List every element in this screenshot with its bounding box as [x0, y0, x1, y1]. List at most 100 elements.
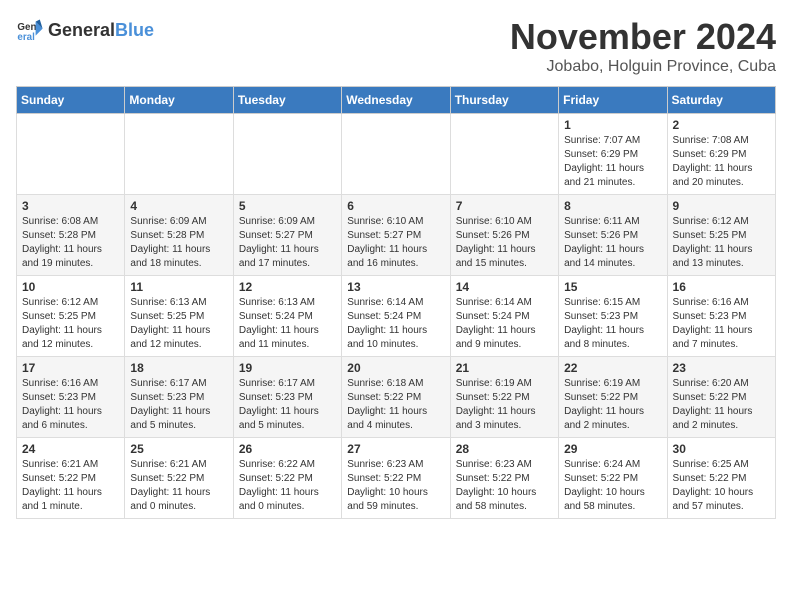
- calendar-day-cell: 10 Sunrise: 6:12 AM Sunset: 5:25 PM Dayli…: [17, 276, 125, 357]
- calendar-day-cell: 16 Sunrise: 6:16 AM Sunset: 5:23 PM Dayli…: [667, 276, 775, 357]
- day-info: Sunrise: 6:10 AM Sunset: 5:27 PM Dayligh…: [347, 215, 444, 271]
- calendar-day-cell: 30Sunrise: 6:25 AM Sunset: 5:22 PM Dayli…: [667, 438, 775, 519]
- calendar-header: SundayMondayTuesdayWednesdayThursdayFrid…: [17, 87, 776, 114]
- day-of-week-header: Friday: [559, 87, 667, 114]
- calendar-day-cell: [17, 114, 125, 195]
- day-info: Sunrise: 7:07 AM Sunset: 6:29 PM Dayligh…: [564, 134, 661, 190]
- day-info: Sunrise: 6:23 AM Sunset: 5:22 PM Dayligh…: [347, 458, 444, 514]
- calendar-day-cell: 8 Sunrise: 6:11 AM Sunset: 5:26 PM Daylig…: [559, 195, 667, 276]
- calendar-week-row: 24 Sunrise: 6:21 AM Sunset: 5:22 PM Dayli…: [17, 438, 776, 519]
- day-number: 17: [22, 361, 119, 375]
- day-of-week-header: Tuesday: [233, 87, 341, 114]
- day-number: 9: [673, 199, 770, 213]
- day-of-week-header: Thursday: [450, 87, 558, 114]
- day-info: Sunrise: 6:21 AM Sunset: 5:22 PM Dayligh…: [130, 458, 227, 514]
- day-number: 7: [456, 199, 553, 213]
- day-number: 30: [673, 442, 770, 456]
- calendar-day-cell: [450, 114, 558, 195]
- calendar-day-cell: [233, 114, 341, 195]
- day-info: Sunrise: 6:19 AM Sunset: 5:22 PM Dayligh…: [564, 377, 661, 433]
- day-number: 15: [564, 280, 661, 294]
- day-info: Sunrise: 6:14 AM Sunset: 5:24 PM Dayligh…: [456, 296, 553, 352]
- day-info: Sunrise: 6:21 AM Sunset: 5:22 PM Dayligh…: [22, 458, 119, 514]
- day-number: 27: [347, 442, 444, 456]
- day-number: 11: [130, 280, 227, 294]
- location-subtitle: Jobabo, Holguin Province, Cuba: [510, 58, 776, 76]
- page-header: Gen eral General Blue November 2024 Joba…: [16, 16, 776, 76]
- title-area: November 2024 Jobabo, Holguin Province, …: [510, 16, 776, 76]
- day-number: 10: [22, 280, 119, 294]
- day-number: 18: [130, 361, 227, 375]
- day-info: Sunrise: 6:16 AM Sunset: 5:23 PM Dayligh…: [673, 296, 770, 352]
- logo-icon: Gen eral: [16, 16, 44, 44]
- day-number: 5: [239, 199, 336, 213]
- calendar-day-cell: 21Sunrise: 6:19 AM Sunset: 5:22 PM Dayli…: [450, 357, 558, 438]
- day-info: Sunrise: 6:16 AM Sunset: 5:23 PM Dayligh…: [22, 377, 119, 433]
- calendar-day-cell: 24 Sunrise: 6:21 AM Sunset: 5:22 PM Dayli…: [17, 438, 125, 519]
- calendar-day-cell: 6Sunrise: 6:10 AM Sunset: 5:27 PM Daylig…: [342, 195, 450, 276]
- calendar-day-cell: 26 Sunrise: 6:22 AM Sunset: 5:22 PM Dayli…: [233, 438, 341, 519]
- calendar-day-cell: 13 Sunrise: 6:14 AM Sunset: 5:24 PM Dayli…: [342, 276, 450, 357]
- calendar-day-cell: 1 Sunrise: 7:07 AM Sunset: 6:29 PM Daylig…: [559, 114, 667, 195]
- calendar-day-cell: 20 Sunrise: 6:18 AM Sunset: 5:22 PM Dayli…: [342, 357, 450, 438]
- day-number: 26: [239, 442, 336, 456]
- day-number: 14: [456, 280, 553, 294]
- calendar-day-cell: [125, 114, 233, 195]
- calendar-day-cell: 27 Sunrise: 6:23 AM Sunset: 5:22 PM Dayli…: [342, 438, 450, 519]
- calendar-day-cell: 2Sunrise: 7:08 AM Sunset: 6:29 PM Daylig…: [667, 114, 775, 195]
- day-info: Sunrise: 6:13 AM Sunset: 5:24 PM Dayligh…: [239, 296, 336, 352]
- day-number: 8: [564, 199, 661, 213]
- calendar-day-cell: 23 Sunrise: 6:20 AM Sunset: 5:22 PM Dayli…: [667, 357, 775, 438]
- day-of-week-header: Monday: [125, 87, 233, 114]
- calendar-week-row: 10 Sunrise: 6:12 AM Sunset: 5:25 PM Dayli…: [17, 276, 776, 357]
- day-number: 4: [130, 199, 227, 213]
- day-info: Sunrise: 6:14 AM Sunset: 5:24 PM Dayligh…: [347, 296, 444, 352]
- calendar-body: 1 Sunrise: 7:07 AM Sunset: 6:29 PM Daylig…: [17, 114, 776, 519]
- day-number: 1: [564, 118, 661, 132]
- day-info: Sunrise: 6:20 AM Sunset: 5:22 PM Dayligh…: [673, 377, 770, 433]
- day-info: Sunrise: 6:17 AM Sunset: 5:23 PM Dayligh…: [239, 377, 336, 433]
- calendar-day-cell: 19 Sunrise: 6:17 AM Sunset: 5:23 PM Dayli…: [233, 357, 341, 438]
- day-number: 2: [673, 118, 770, 132]
- day-info: Sunrise: 6:12 AM Sunset: 5:25 PM Dayligh…: [22, 296, 119, 352]
- day-info: Sunrise: 6:15 AM Sunset: 5:23 PM Dayligh…: [564, 296, 661, 352]
- logo: Gen eral General Blue: [16, 16, 154, 44]
- day-info: Sunrise: 6:18 AM Sunset: 5:22 PM Dayligh…: [347, 377, 444, 433]
- day-number: 20: [347, 361, 444, 375]
- day-number: 25: [130, 442, 227, 456]
- calendar-day-cell: 15 Sunrise: 6:15 AM Sunset: 5:23 PM Dayli…: [559, 276, 667, 357]
- day-info: Sunrise: 6:19 AM Sunset: 5:22 PM Dayligh…: [456, 377, 553, 433]
- day-info: Sunrise: 6:22 AM Sunset: 5:22 PM Dayligh…: [239, 458, 336, 514]
- day-info: Sunrise: 6:23 AM Sunset: 5:22 PM Dayligh…: [456, 458, 553, 514]
- day-info: Sunrise: 6:11 AM Sunset: 5:26 PM Dayligh…: [564, 215, 661, 271]
- calendar-day-cell: 14 Sunrise: 6:14 AM Sunset: 5:24 PM Dayli…: [450, 276, 558, 357]
- logo-text-general: General: [48, 20, 115, 41]
- calendar-week-row: 3Sunrise: 6:08 AM Sunset: 5:28 PM Daylig…: [17, 195, 776, 276]
- day-info: Sunrise: 6:09 AM Sunset: 5:27 PM Dayligh…: [239, 215, 336, 271]
- calendar-week-row: 1 Sunrise: 7:07 AM Sunset: 6:29 PM Daylig…: [17, 114, 776, 195]
- calendar-day-cell: 4 Sunrise: 6:09 AM Sunset: 5:28 PM Daylig…: [125, 195, 233, 276]
- day-number: 3: [22, 199, 119, 213]
- calendar-day-cell: 3Sunrise: 6:08 AM Sunset: 5:28 PM Daylig…: [17, 195, 125, 276]
- calendar-week-row: 17 Sunrise: 6:16 AM Sunset: 5:23 PM Dayli…: [17, 357, 776, 438]
- day-info: Sunrise: 6:17 AM Sunset: 5:23 PM Dayligh…: [130, 377, 227, 433]
- day-number: 29: [564, 442, 661, 456]
- header-row: SundayMondayTuesdayWednesdayThursdayFrid…: [17, 87, 776, 114]
- month-title: November 2024: [510, 16, 776, 58]
- day-number: 16: [673, 280, 770, 294]
- day-info: Sunrise: 6:12 AM Sunset: 5:25 PM Dayligh…: [673, 215, 770, 271]
- day-number: 23: [673, 361, 770, 375]
- calendar-day-cell: 29 Sunrise: 6:24 AM Sunset: 5:22 PM Dayli…: [559, 438, 667, 519]
- day-number: 13: [347, 280, 444, 294]
- day-info: Sunrise: 6:09 AM Sunset: 5:28 PM Dayligh…: [130, 215, 227, 271]
- day-info: Sunrise: 6:10 AM Sunset: 5:26 PM Dayligh…: [456, 215, 553, 271]
- day-number: 24: [22, 442, 119, 456]
- calendar-day-cell: 25 Sunrise: 6:21 AM Sunset: 5:22 PM Dayli…: [125, 438, 233, 519]
- day-number: 19: [239, 361, 336, 375]
- day-of-week-header: Sunday: [17, 87, 125, 114]
- calendar-day-cell: [342, 114, 450, 195]
- day-info: Sunrise: 6:24 AM Sunset: 5:22 PM Dayligh…: [564, 458, 661, 514]
- day-number: 28: [456, 442, 553, 456]
- calendar-day-cell: 17 Sunrise: 6:16 AM Sunset: 5:23 PM Dayli…: [17, 357, 125, 438]
- calendar-day-cell: 5 Sunrise: 6:09 AM Sunset: 5:27 PM Daylig…: [233, 195, 341, 276]
